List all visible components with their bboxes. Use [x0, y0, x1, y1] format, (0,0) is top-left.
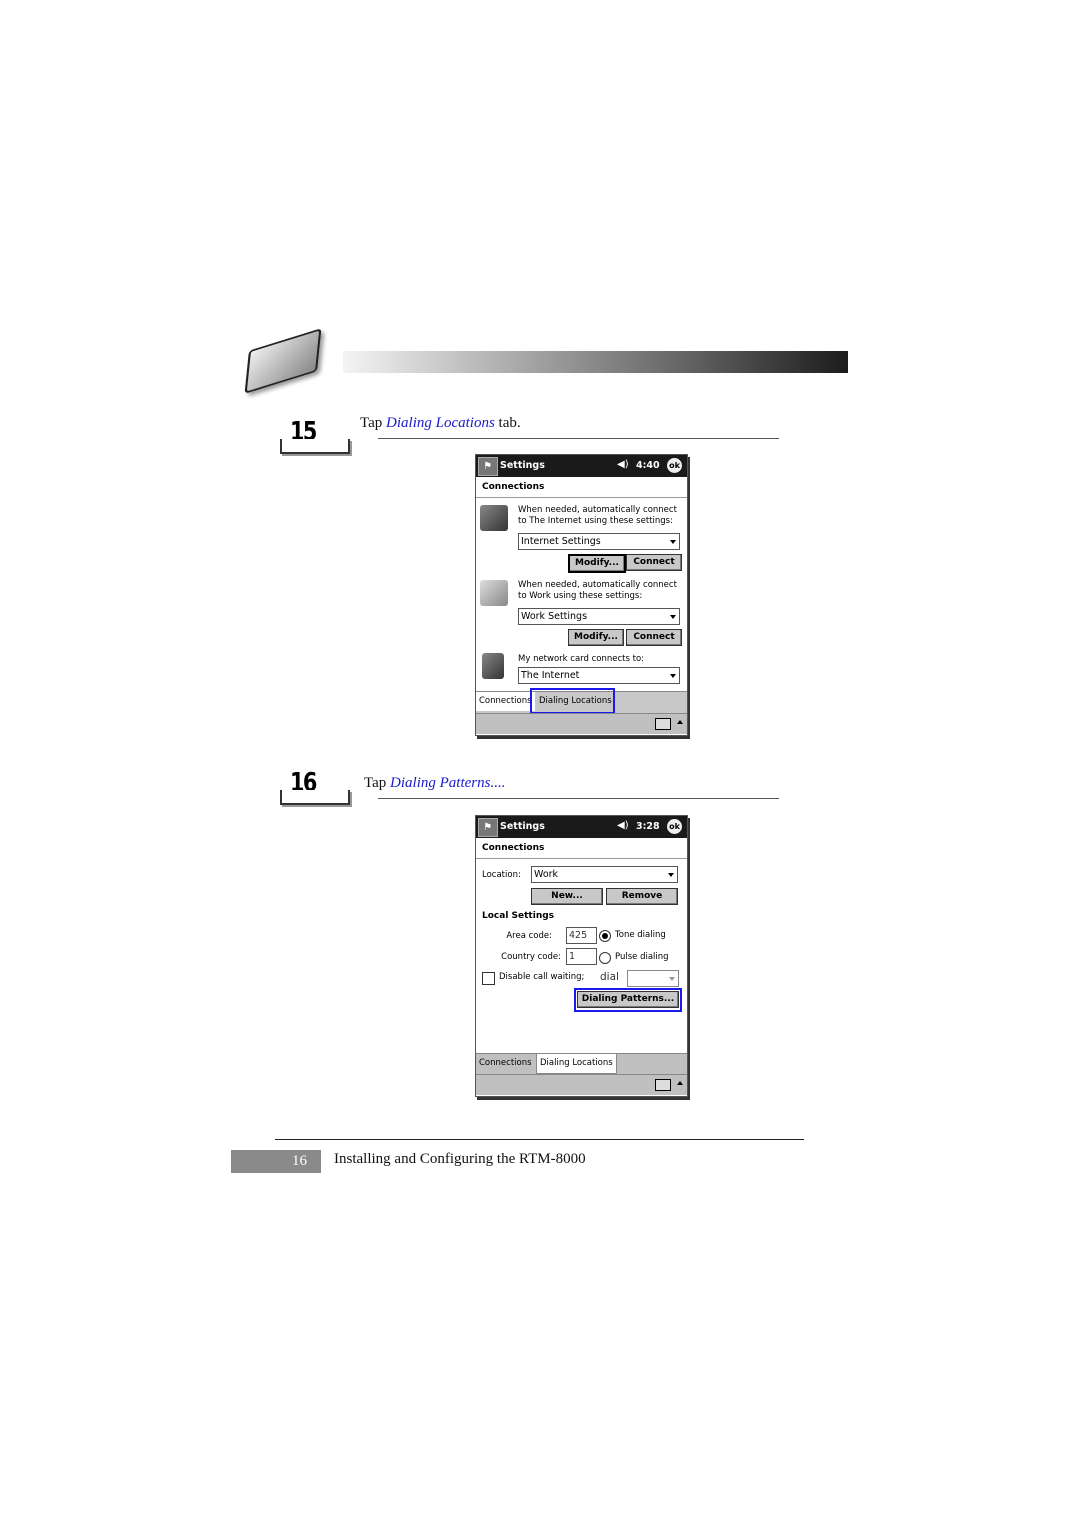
input-menu-arrow-icon[interactable]: [677, 1081, 683, 1085]
dial-label: dial: [600, 971, 619, 983]
new-location-button[interactable]: New...: [531, 888, 603, 905]
location-dropdown[interactable]: Work: [531, 866, 678, 883]
divider: [476, 858, 687, 859]
chevron-down-icon: [670, 615, 676, 619]
divider: [378, 798, 779, 799]
chevron-down-icon: [668, 873, 674, 877]
pulse-dialing-radio[interactable]: [599, 952, 611, 964]
disable-call-waiting-label: Disable call waiting;: [499, 972, 585, 982]
app-title: Settings: [500, 460, 545, 471]
tab-bar: Connections Dialing Locations: [476, 1053, 687, 1075]
network-card-icon: [482, 653, 504, 679]
chevron-down-icon: [670, 540, 676, 544]
instr-link: Dialing Locations: [386, 415, 495, 431]
remove-location-button[interactable]: Remove: [606, 888, 678, 905]
section-heading: Connections: [482, 843, 545, 853]
step-instruction: Tap Dialing Locations tab.: [360, 415, 521, 432]
keyboard-icon[interactable]: [655, 718, 671, 730]
pulse-dialing-label: Pulse dialing: [615, 952, 669, 962]
app-title: Settings: [500, 821, 545, 832]
bottom-toolbar: [476, 1074, 687, 1095]
dropdown-value: Work Settings: [521, 611, 588, 622]
handheld-device-icon: [244, 328, 322, 394]
network-description: My network card connects to:: [518, 654, 645, 664]
instr-text: tab.: [494, 415, 521, 431]
footer-title: Installing and Configuring the RTM-8000: [334, 1151, 586, 1167]
start-flag-icon[interactable]: ⚑: [478, 457, 498, 476]
input-menu-arrow-icon[interactable]: [677, 720, 683, 724]
title-bar: ⚑ Settings ◀) 3:28 ok: [476, 816, 687, 838]
work-settings-dropdown[interactable]: Work Settings: [518, 608, 680, 625]
dialing-patterns-button[interactable]: Dialing Patterns...: [577, 991, 679, 1008]
title-bar: ⚑ Settings ◀) 4:40 ok: [476, 455, 687, 477]
instr-text: Tap: [360, 415, 387, 431]
divider: [378, 438, 779, 439]
dropdown-value: The Internet: [521, 670, 580, 681]
clock[interactable]: 4:40: [636, 460, 660, 471]
bottom-toolbar: [476, 713, 687, 734]
step-box: [280, 439, 350, 454]
ok-button[interactable]: ok: [667, 458, 682, 473]
header-gradient-bar: [343, 351, 848, 373]
start-flag-icon[interactable]: ⚑: [478, 818, 498, 837]
internet-settings-dropdown[interactable]: Internet Settings: [518, 533, 680, 550]
keyboard-icon[interactable]: [655, 1079, 671, 1091]
tab-connections[interactable]: Connections: [476, 1054, 535, 1073]
speaker-icon[interactable]: ◀): [617, 820, 629, 831]
footer-rule: [275, 1139, 804, 1140]
chevron-down-icon: [670, 674, 676, 678]
clock[interactable]: 3:28: [636, 821, 660, 832]
page-number: 16: [231, 1150, 321, 1173]
modify-internet-button[interactable]: Modify...: [568, 554, 626, 573]
internet-description: When needed, automatically connect to Th…: [518, 505, 677, 526]
instr-link: Dialing Patterns....: [390, 775, 506, 791]
step-box: [280, 790, 350, 805]
tab-dialing-locations[interactable]: Dialing Locations: [536, 1054, 617, 1074]
call-waiting-code-dropdown[interactable]: [627, 970, 679, 987]
tone-dialing-radio[interactable]: [599, 930, 611, 942]
dropdown-value: Internet Settings: [521, 536, 601, 547]
area-code-label: Area code:: [506, 931, 552, 941]
connect-internet-button[interactable]: Connect: [626, 554, 682, 571]
tab-connections[interactable]: Connections: [476, 692, 535, 711]
highlight-box: [530, 688, 615, 714]
location-label: Location:: [482, 870, 521, 880]
work-description: When needed, automatically connect to Wo…: [518, 580, 677, 601]
connect-work-button[interactable]: Connect: [626, 629, 682, 646]
country-code-label: Country code:: [501, 952, 561, 962]
tone-dialing-label: Tone dialing: [615, 930, 666, 940]
chevron-down-icon: [669, 977, 675, 981]
dropdown-value: Work: [534, 869, 559, 880]
speaker-icon[interactable]: ◀): [617, 459, 629, 470]
modify-work-button[interactable]: Modify...: [568, 629, 624, 646]
section-heading: Connections: [482, 482, 545, 492]
internet-connection-icon: [480, 505, 508, 531]
ok-button[interactable]: ok: [667, 819, 682, 834]
pocketpc-screen-dialing-locations: ⚑ Settings ◀) 3:28 ok Connections Locati…: [475, 815, 688, 1097]
manual-page: 15 Tap Dialing Locations tab. ⚑ Settings…: [0, 0, 1080, 1528]
area-code-input[interactable]: 425: [566, 927, 597, 944]
network-dropdown[interactable]: The Internet: [518, 667, 680, 684]
instr-text: Tap: [364, 775, 391, 791]
local-settings-heading: Local Settings: [482, 911, 555, 921]
pocketpc-screen-connections: ⚑ Settings ◀) 4:40 ok Connections When n…: [475, 454, 688, 736]
disable-call-waiting-checkbox[interactable]: [482, 972, 495, 985]
step-instruction: Tap Dialing Patterns....: [364, 775, 505, 792]
work-connection-icon: [480, 580, 508, 606]
divider: [476, 497, 687, 498]
country-code-input[interactable]: 1: [566, 948, 597, 965]
